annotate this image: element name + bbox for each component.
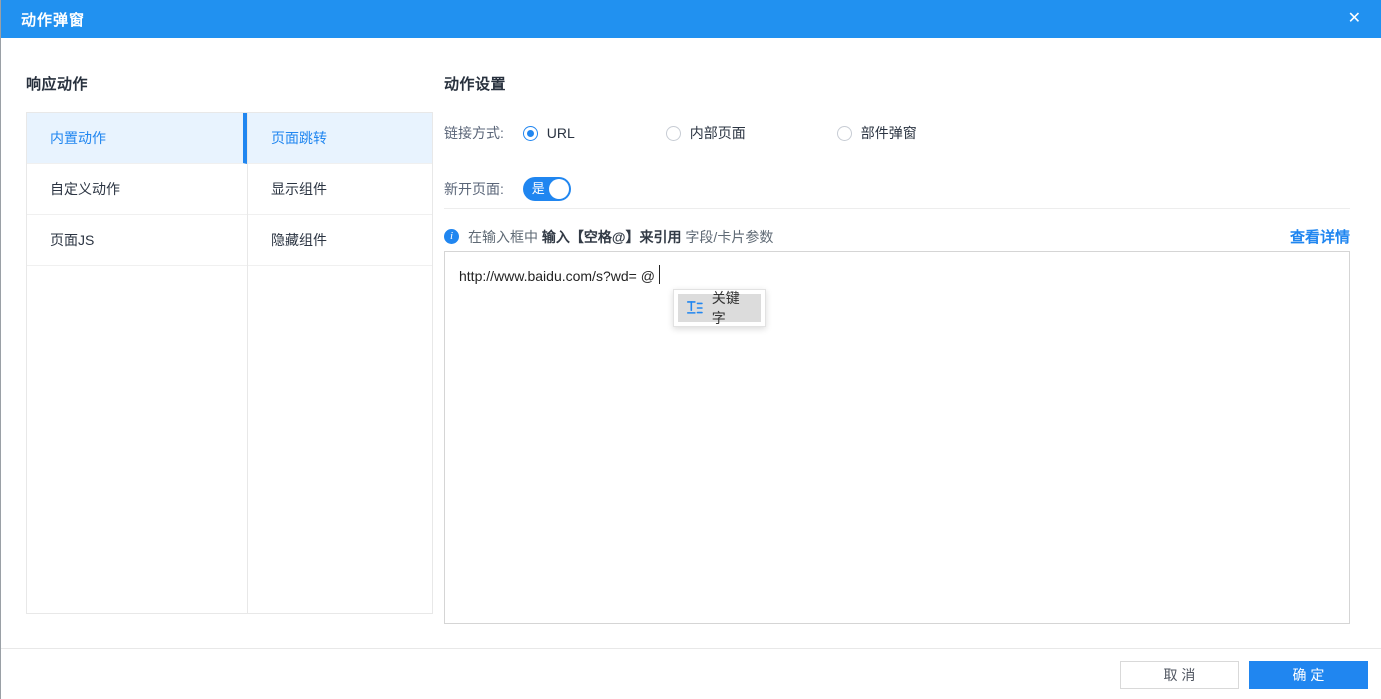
dialog-title: 动作弹窗	[21, 11, 86, 29]
response-action-heading: 响应动作	[26, 76, 89, 93]
link-type-label: 链接方式:	[444, 125, 508, 141]
subaction-item-hide-component[interactable]: 隐藏组件	[248, 215, 432, 266]
radio-checked-icon[interactable]	[522, 125, 538, 141]
url-input-value: http://www.baidu.com/s?wd= @	[459, 268, 655, 284]
dialog-titlebar: 动作弹窗 ✕	[1, 0, 1381, 38]
toggle-on-label: 是	[531, 181, 545, 196]
radio-option-internal-page-label: 内部页面	[689, 125, 746, 141]
action-settings-heading: 动作设置	[444, 76, 507, 93]
close-icon[interactable]: ✕	[1344, 7, 1365, 31]
info-icon: i	[444, 229, 459, 244]
suggestion-item-label: 关键字	[711, 290, 740, 326]
toggle-knob-icon	[548, 179, 569, 199]
subaction-item-show-component[interactable]: 显示组件	[248, 164, 432, 215]
cancel-button[interactable]: 取 消	[1120, 661, 1239, 689]
action-selector: 内置动作 自定义动作 页面JS 页面跳转 显示组件 隐藏组件	[26, 112, 433, 614]
subaction-item-page-jump[interactable]: 页面跳转	[248, 113, 432, 164]
confirm-button[interactable]: 确 定	[1249, 661, 1368, 689]
radio-option-widget-popup-label: 部件弹窗	[860, 125, 917, 141]
radio-option-url-label: URL	[546, 125, 575, 141]
category-item-custom-action[interactable]: 自定义动作	[27, 164, 247, 215]
text-caret	[658, 265, 660, 284]
new-page-label: 新开页面:	[444, 181, 508, 197]
category-item-builtin-action[interactable]: 内置动作	[27, 113, 247, 164]
link-type-row: 链接方式: URL 内部页面 部件弹窗	[444, 124, 917, 142]
action-sub-list: 页面跳转 显示组件 隐藏组件	[248, 113, 432, 613]
radio-unchecked-icon[interactable]	[836, 125, 852, 141]
suggestion-item-keyword[interactable]: 关键字	[678, 290, 761, 326]
radio-unchecked-icon[interactable]	[665, 125, 681, 141]
view-details-link[interactable]: 查看详情	[1290, 226, 1350, 247]
hint-row: i 在输入框中 输入【空格@】来引用 字段/卡片参数 查看详情	[444, 226, 1350, 247]
action-category-list: 内置动作 自定义动作 页面JS	[27, 113, 248, 613]
new-page-row: 新开页面: 是	[444, 177, 571, 201]
radio-option-internal-page[interactable]: 内部页面	[665, 123, 746, 143]
action-dialog: 动作弹窗 ✕ 响应动作 动作设置 内置动作 自定义动作 页面JS 页面跳转 显示…	[0, 0, 1381, 699]
param-suggestion-popup: 关键字	[673, 289, 766, 327]
radio-option-url[interactable]: URL	[522, 125, 575, 141]
radio-option-widget-popup[interactable]: 部件弹窗	[836, 123, 917, 143]
new-page-toggle[interactable]: 是	[522, 177, 571, 201]
footer-divider	[1, 648, 1381, 649]
url-input[interactable]: http://www.baidu.com/s?wd= @	[444, 251, 1350, 624]
settings-divider	[444, 208, 1350, 209]
hint-text: 在输入框中 输入【空格@】来引用 字段/卡片参数	[468, 228, 774, 245]
category-item-page-js[interactable]: 页面JS	[27, 215, 247, 266]
field-text-icon	[686, 301, 703, 314]
